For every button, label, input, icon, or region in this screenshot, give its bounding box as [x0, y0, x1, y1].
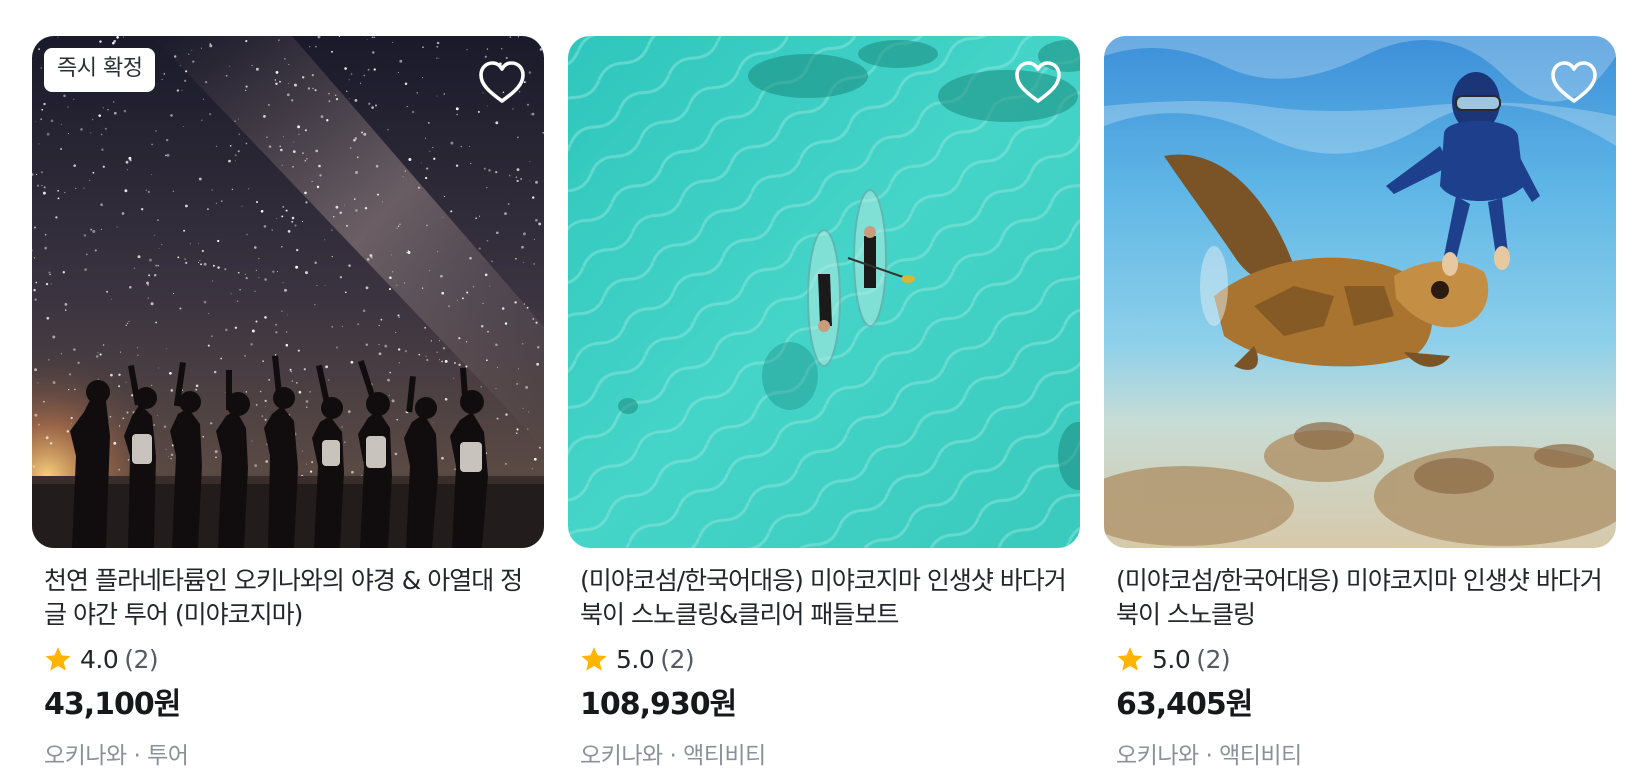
product-card[interactable]: (미야코섬/한국어대응) 미야코지마 인생샷 바다거북이 스노클링&클리어 패들… — [568, 36, 1080, 770]
paddleboard-photo — [568, 36, 1080, 548]
product-rating: 5.0 (2) — [1104, 644, 1616, 674]
product-image[interactable]: 즉시 확정 — [32, 36, 544, 548]
star-icon — [45, 646, 71, 671]
product-image[interactable] — [568, 36, 1080, 548]
product-card[interactable]: (미야코섬/한국어대응) 미야코지마 인생샷 바다거북이 스노클링 5.0 (2… — [1104, 36, 1616, 770]
star-icon — [581, 646, 607, 671]
product-rating: 5.0 (2) — [568, 644, 1080, 674]
review-count: (2) — [124, 644, 159, 674]
wishlist-button[interactable] — [1550, 60, 1598, 106]
product-category: 오키나와 · 액티비티 — [1116, 743, 1302, 769]
product-card[interactable]: 즉시 확정 천연 플라네타륨인 오키나와의 야경 & 아열대 정글 야간 투어 … — [32, 36, 544, 770]
product-rating: 4.0 (2) — [32, 644, 544, 674]
product-category: 오키나와 · 액티비티 — [580, 743, 766, 769]
review-count: (2) — [660, 644, 695, 674]
wishlist-button[interactable] — [1014, 60, 1062, 106]
sea-turtle-photo — [1104, 36, 1616, 548]
heart-outline-icon — [1551, 61, 1597, 103]
instant-confirm-badge: 즉시 확정 — [44, 48, 156, 92]
wishlist-button[interactable] — [478, 60, 526, 106]
product-title[interactable]: (미야코섬/한국어대응) 미야코지마 인생샷 바다거북이 스노클링 — [1104, 564, 1616, 632]
product-category: 오키나와 · 투어 — [44, 743, 189, 769]
heart-outline-icon — [1015, 61, 1061, 103]
rating-score: 5.0 — [1152, 644, 1191, 674]
product-price: 108,930원 — [580, 687, 737, 722]
night-sky-photo — [32, 36, 544, 548]
product-price: 63,405원 — [1116, 687, 1253, 722]
rating-score: 5.0 — [616, 644, 655, 674]
rating-score: 4.0 — [80, 644, 119, 674]
review-count: (2) — [1196, 644, 1231, 674]
product-title[interactable]: 천연 플라네타륨인 오키나와의 야경 & 아열대 정글 야간 투어 (미야코지마… — [32, 564, 544, 632]
product-grid: 즉시 확정 천연 플라네타륨인 오키나와의 야경 & 아열대 정글 야간 투어 … — [32, 36, 1616, 770]
product-title[interactable]: (미야코섬/한국어대응) 미야코지마 인생샷 바다거북이 스노클링&클리어 패들… — [568, 564, 1080, 632]
heart-outline-icon — [479, 61, 525, 103]
product-price: 43,100원 — [44, 687, 181, 722]
star-icon — [1117, 646, 1143, 671]
product-image[interactable] — [1104, 36, 1616, 548]
